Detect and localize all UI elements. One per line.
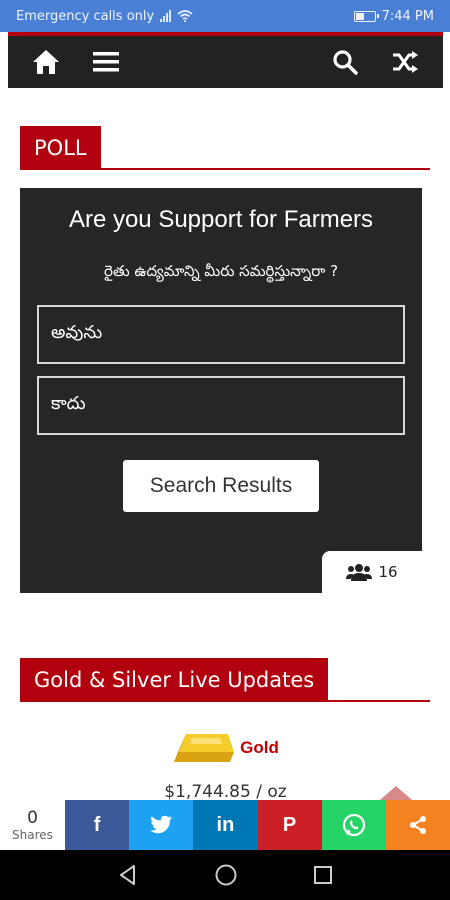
gold-bar-icon [174,734,235,762]
gold-price: $1,744.85 / oz [164,782,287,802]
pinterest-share-button[interactable]: P [257,800,322,850]
signal-icon [160,10,172,22]
main-content: POLL Are you Support for Farmers రైతు ఉద… [8,88,443,802]
facebook-share-button[interactable]: f [64,800,130,850]
twitter-icon [150,815,173,834]
gold-item: Gold [8,730,443,766]
poll-widget: Are you Support for Farmers రైతు ఉద్యమాన… [20,188,422,593]
system-nav-bar [0,850,450,900]
search-icon[interactable] [329,46,361,78]
linkedin-icon: in [216,813,235,836]
share-bar: 0 Shares f in P [0,800,450,850]
clock-text: 7:44 PM [381,8,434,24]
gold-section-header: Gold & Silver Live Updates [20,658,430,702]
nav-right [329,46,421,78]
share-count-label: Shares [12,828,53,842]
poll-subtitle: రైతు ఉద్యమాన్ని మీరు సమర్థిస్తున్నారా ? [103,262,339,280]
status-bar: Emergency calls only 7:44 PM [0,0,450,32]
twitter-share-button[interactable] [129,800,194,850]
poll-heading: POLL [20,126,101,170]
poll-option-label: కాదు [51,393,86,414]
poll-option-yes[interactable]: అవును [37,305,405,364]
whatsapp-share-button[interactable] [321,800,386,850]
more-share-button[interactable] [385,800,450,850]
vote-count-number: 16 [378,563,398,581]
top-navbar [8,36,443,88]
share-count: 0 Shares [0,800,65,850]
linkedin-share-button[interactable]: in [193,800,258,850]
shuffle-icon[interactable] [389,46,421,78]
scroll-top-icon[interactable] [380,786,412,800]
home-nav-icon[interactable] [214,863,238,887]
poll-section-header: POLL [20,126,430,170]
whatsapp-icon [342,813,365,837]
poll-option-no[interactable]: కాదు [37,376,405,435]
battery-icon [353,10,379,22]
status-left: Emergency calls only [16,9,193,24]
share-count-number: 0 [27,808,38,828]
wifi-icon [177,10,193,22]
status-right: 7:44 PM [353,8,434,24]
poll-vote-count: 16 [322,551,422,593]
poll-option-label: అవును [51,322,103,343]
pinterest-icon: P [282,813,297,836]
share-icon [409,816,426,834]
carrier-text: Emergency calls only [16,8,155,24]
poll-question: Are you Support for Farmers [68,206,374,233]
home-icon[interactable] [30,46,62,78]
recent-apps-icon[interactable] [313,865,333,885]
users-icon [346,564,373,581]
nav-left [30,46,122,78]
gold-label: Gold [240,738,279,757]
menu-icon[interactable] [90,46,122,78]
facebook-icon: f [93,813,101,836]
back-icon[interactable] [117,864,139,886]
search-results-button[interactable]: Search Results [123,460,319,512]
gold-heading: Gold & Silver Live Updates [20,658,329,702]
